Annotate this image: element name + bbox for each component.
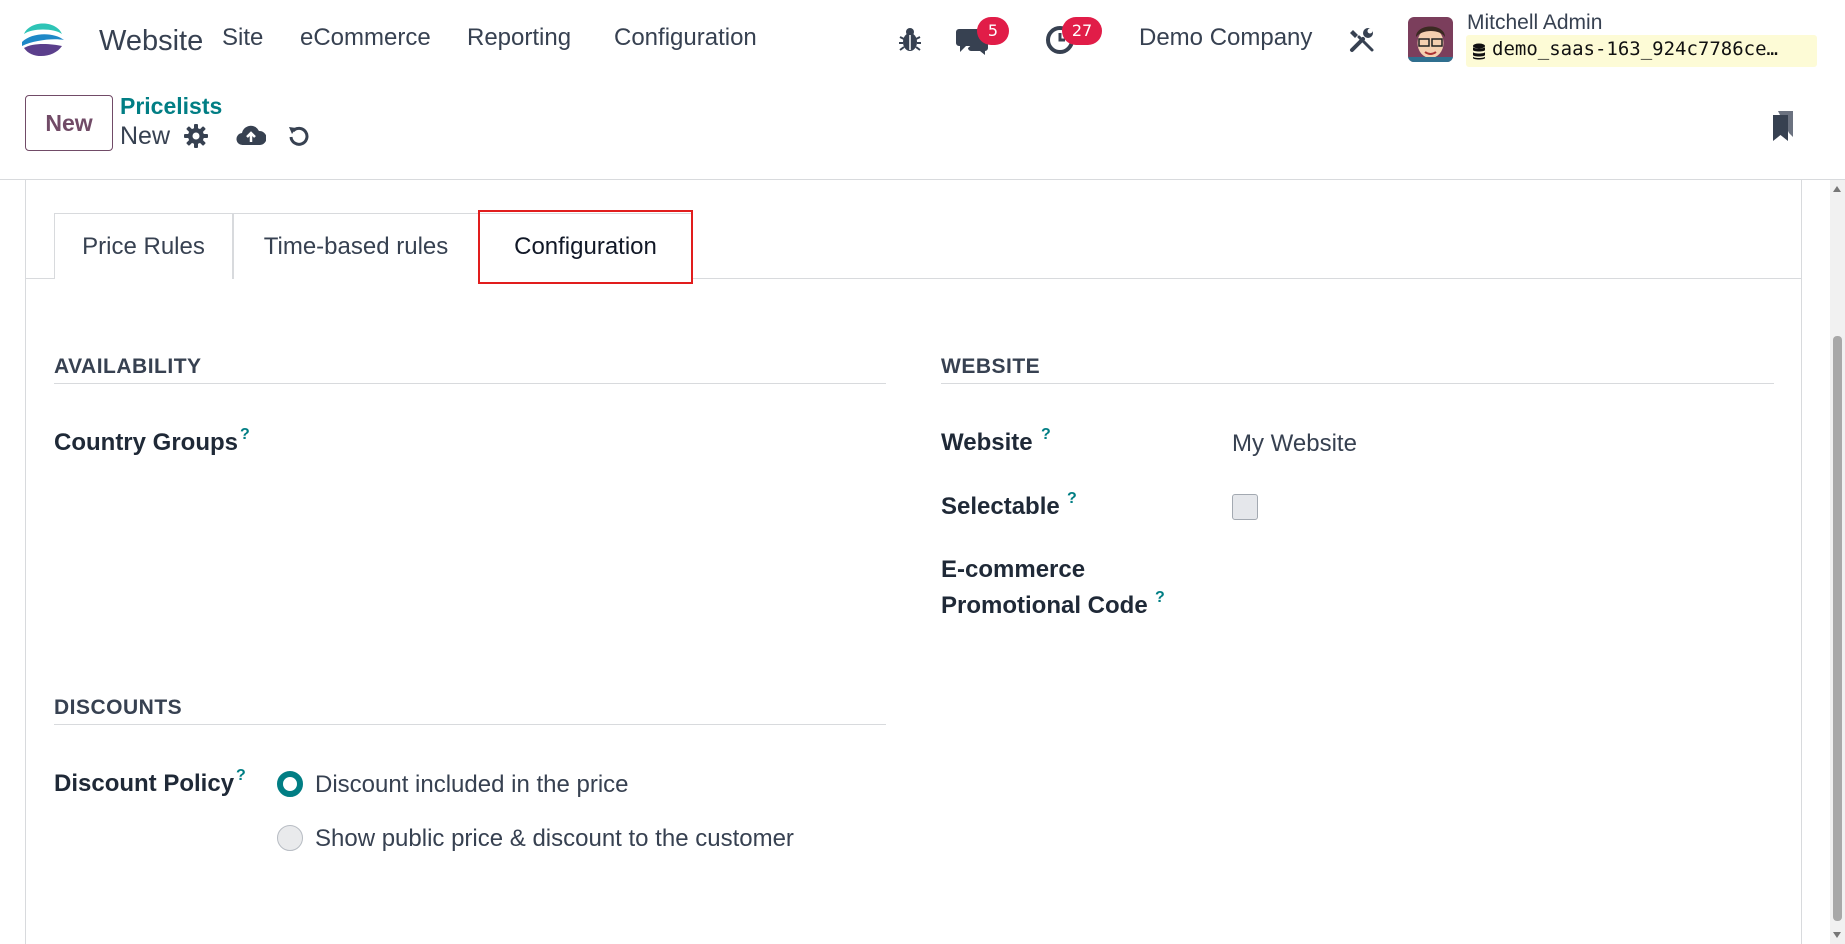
breadcrumb-pricelists[interactable]: Pricelists [120,93,222,120]
bookmark-icon[interactable] [1771,109,1795,143]
company-switcher[interactable]: Demo Company [1139,24,1312,52]
country-groups-help-icon[interactable]: ? [240,426,250,444]
scroll-down-arrow-icon[interactable] [1833,932,1841,938]
tab-time-based-rules[interactable]: Time-based rules [233,213,479,279]
user-avatar[interactable] [1408,17,1453,62]
tools-wrench-icon[interactable] [1348,26,1376,54]
selectable-label: Selectable [941,493,1060,520]
selectable-help-icon[interactable]: ? [1067,490,1077,508]
gear-icon[interactable] [183,123,209,149]
promo-code-help-icon[interactable]: ? [1155,589,1165,607]
show-public-price-radio[interactable] [277,825,303,851]
tab-highlight-box [478,210,693,284]
website-divider [941,383,1774,384]
website-label: Website [941,429,1033,456]
app-name: Website [99,25,204,57]
promo-code-field[interactable] [1232,585,1772,621]
menu-reporting[interactable]: Reporting [467,24,571,52]
promo-code-label-line2: Promotional Code [941,592,1148,619]
scroll-up-arrow-icon[interactable] [1833,186,1841,192]
discount-included-label[interactable]: Discount included in the price [315,771,629,799]
database-chip: demo_saas-163_924c7786ce… [1466,35,1817,67]
user-name[interactable]: Mitchell Admin [1467,11,1602,35]
country-groups-label: Country Groups [54,429,238,456]
discount-policy-help-icon[interactable]: ? [236,767,246,785]
activities-count-badge: 27 [1062,17,1102,45]
top-navbar: Website Site eCommerce Reporting Configu… [0,0,1845,80]
discount-included-radio[interactable] [277,771,303,797]
menu-configuration[interactable]: Configuration [614,24,757,52]
show-public-price-label[interactable]: Show public price & discount to the cust… [315,825,794,853]
country-groups-field[interactable] [278,425,878,461]
discount-policy-label: Discount Policy [54,770,235,797]
discard-undo-icon[interactable] [285,122,313,150]
scroll-thumb[interactable] [1833,336,1842,921]
website-section-title: WEBSITE [941,355,1041,378]
menu-ecommerce[interactable]: eCommerce [300,24,431,52]
messages-count-badge: 5 [977,17,1009,45]
website-help-icon[interactable]: ? [1041,426,1051,444]
availability-section-title: AVAILABILITY [54,355,202,378]
website-app-icon [22,23,64,57]
discounts-section-title: DISCOUNTS [54,696,183,719]
database-name: demo_saas-163_924c7786ce… [1492,38,1778,60]
tab-price-rules[interactable]: Price Rules [54,213,233,279]
availability-divider [54,383,886,384]
database-icon [1473,43,1485,60]
app-brand[interactable]: Website [20,16,203,62]
debug-bug-icon[interactable] [897,26,923,54]
promo-code-label-line1: E-commerce [941,556,1086,583]
save-cloud-upload-icon[interactable] [235,122,267,148]
new-button[interactable]: New [25,95,113,151]
record-name: New [120,122,171,150]
discounts-divider [54,724,886,725]
website-value[interactable]: My Website [1232,430,1357,458]
page-scrollbar[interactable] [1830,180,1845,944]
menu-site[interactable]: Site [222,24,263,52]
selectable-checkbox[interactable] [1232,494,1258,520]
